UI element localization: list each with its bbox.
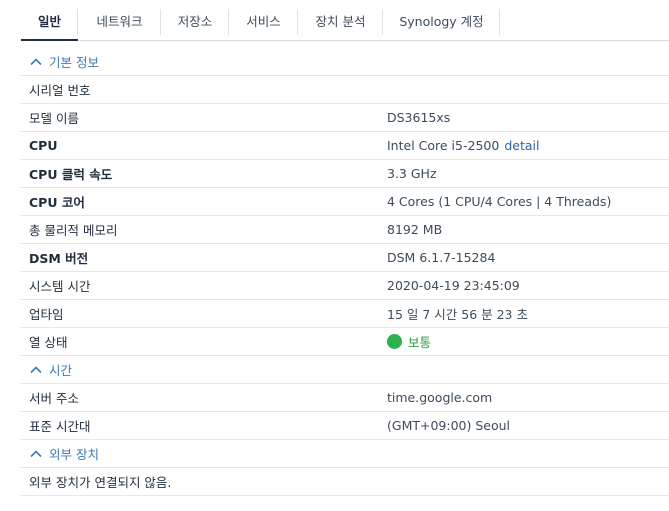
tab-general[interactable]: 일반 — [21, 0, 78, 41]
thermal-status-text: 보통 — [408, 335, 432, 350]
row-label: 업타임 — [29, 307, 64, 322]
row-value: 8192 MB — [387, 222, 443, 237]
row-value: Intel Core i5-2500 detail — [387, 138, 539, 153]
tab-network[interactable]: 네트워크 — [78, 0, 161, 40]
cpu-detail-link[interactable]: detail — [504, 138, 539, 153]
row-label: CPU 클럭 속도 — [29, 167, 113, 182]
row-value: 2020-04-19 23:45:09 — [387, 278, 520, 293]
row-label: 시스템 시간 — [29, 279, 91, 294]
info-row-server-address: 서버 주소 time.google.com — [21, 384, 669, 412]
info-row-cpu-clock: CPU 클럭 속도 3.3 GHz — [21, 160, 669, 188]
row-label: 총 물리적 메모리 — [29, 223, 118, 238]
chevron-up-icon — [30, 57, 42, 65]
general-content: 기본 정보 시리얼 번호 모델 이름 DS3615xs CPU Intel Co… — [21, 48, 669, 496]
chevron-up-icon — [30, 449, 42, 457]
row-value: 4 Cores (1 CPU/4 Cores | 4 Threads) — [387, 194, 612, 209]
info-row-cpu: CPU Intel Core i5-2500 detail — [21, 132, 669, 160]
row-label: 모델 이름 — [29, 111, 79, 126]
cpu-model: Intel Core i5-2500 — [387, 138, 500, 153]
info-row-cpu-cores: CPU 코어 4 Cores (1 CPU/4 Cores | 4 Thread… — [21, 188, 669, 216]
info-row-dsm-version: DSM 버전 DSM 6.1.7-15284 — [21, 244, 669, 272]
section-title: 기본 정보 — [49, 55, 99, 70]
info-row-serial: 시리얼 번호 — [21, 76, 669, 104]
no-external-devices-message: 외부 장치가 연결되지 않음. — [29, 475, 172, 490]
row-label: 열 상태 — [29, 335, 68, 350]
tab-synology-account[interactable]: Synology 계정 — [383, 0, 500, 40]
row-label: 서버 주소 — [29, 391, 79, 406]
tab-device-analytics[interactable]: 장치 분석 — [298, 0, 383, 40]
row-value: DSM 6.1.7-15284 — [387, 250, 496, 265]
info-center-panel: 일반 네트워크 저장소 서비스 장치 분석 Synology 계정 기본 정보 … — [21, 0, 669, 511]
section-header-external-devices[interactable]: 외부 장치 — [21, 440, 669, 468]
row-value: time.google.com — [387, 390, 493, 405]
row-value: (GMT+09:00) Seoul — [387, 418, 510, 433]
row-value: 3.3 GHz — [387, 166, 437, 181]
section-header-time[interactable]: 시간 — [21, 356, 669, 384]
row-label: 시리얼 번호 — [29, 83, 91, 98]
row-label: CPU — [29, 138, 58, 153]
info-row-uptime: 업타임 15 일 7 시간 56 분 23 초 — [21, 300, 669, 328]
chevron-up-icon — [30, 365, 42, 373]
external-devices-message-row: 외부 장치가 연결되지 않음. — [21, 468, 669, 496]
row-label: CPU 코어 — [29, 195, 85, 210]
info-row-thermal-status: 열 상태 보통 — [21, 328, 669, 356]
section-header-basic-info[interactable]: 기본 정보 — [21, 48, 669, 76]
tab-storage[interactable]: 저장소 — [161, 0, 229, 40]
tab-services[interactable]: 서비스 — [229, 0, 298, 40]
status-ok-icon — [387, 334, 402, 349]
info-row-system-time: 시스템 시간 2020-04-19 23:45:09 — [21, 272, 669, 300]
row-value: DS3615xs — [387, 110, 451, 125]
section-title: 외부 장치 — [49, 447, 99, 462]
row-value: 보통 — [387, 332, 431, 351]
row-value: 15 일 7 시간 56 분 23 초 — [387, 307, 528, 322]
row-label: 표준 시간대 — [29, 419, 91, 434]
info-row-memory: 총 물리적 메모리 8192 MB — [21, 216, 669, 244]
tab-bar: 일반 네트워크 저장소 서비스 장치 분석 Synology 계정 — [21, 0, 669, 41]
info-row-model: 모델 이름 DS3615xs — [21, 104, 669, 132]
info-row-timezone: 표준 시간대 (GMT+09:00) Seoul — [21, 412, 669, 440]
section-title: 시간 — [49, 363, 73, 378]
row-label: DSM 버전 — [29, 251, 89, 266]
